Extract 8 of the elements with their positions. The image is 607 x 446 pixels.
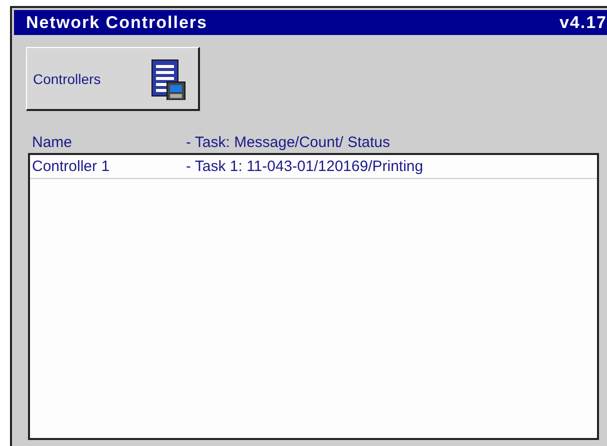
server-computer-icon: [150, 58, 186, 100]
window-title: Network Controllers: [26, 12, 208, 32]
controllers-button[interactable]: Controllers: [26, 47, 200, 111]
version-label: v4.17: [559, 12, 607, 32]
column-header: - Task: Message/Count/ Status: [186, 134, 391, 151]
column-header: Name: [32, 134, 74, 151]
task-status: - Task 1: 11-043-01/120169/Printing: [186, 158, 424, 175]
controller-name[interactable]: Controller 1: [32, 158, 186, 175]
